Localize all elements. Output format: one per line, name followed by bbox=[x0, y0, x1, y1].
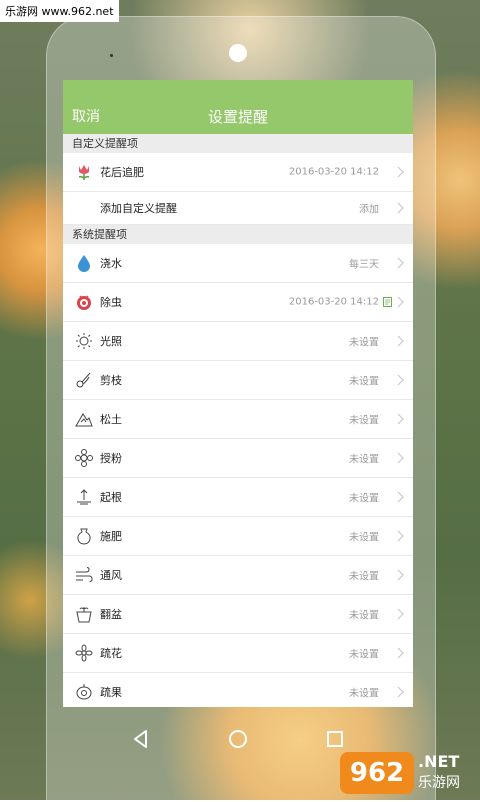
chevron-right-icon bbox=[397, 569, 404, 581]
add-custom-label: 添加自定义提醒 bbox=[100, 202, 177, 215]
add-custom-reminder-row[interactable]: 添加自定义提醒 添加 bbox=[63, 192, 413, 225]
chevron-right-icon bbox=[397, 686, 404, 698]
reminder-label: 松土 bbox=[100, 413, 122, 426]
reminder-time: 2016-03-20 14:12 bbox=[288, 166, 379, 178]
reminder-label: 浇水 bbox=[100, 257, 122, 270]
chevron-right-icon bbox=[397, 647, 404, 659]
reminder-value: 未设置 bbox=[349, 688, 379, 700]
soil-icon bbox=[75, 413, 93, 427]
reminder-value: 未设置 bbox=[349, 571, 379, 583]
bug-icon bbox=[77, 295, 91, 310]
tulip-icon bbox=[78, 165, 90, 180]
camera-icon bbox=[229, 44, 247, 62]
reminder-row-loosen-soil[interactable]: 松土 未设置 bbox=[63, 400, 413, 439]
reminder-row-prune[interactable]: 剪枝 未设置 bbox=[63, 361, 413, 400]
reminder-row-thin-flowers[interactable]: 疏花 未设置 bbox=[63, 634, 413, 673]
reminder-value: 未设置 bbox=[349, 649, 379, 661]
chevron-right-icon bbox=[397, 166, 404, 178]
chevron-right-icon bbox=[397, 202, 404, 214]
sensor-dot bbox=[110, 54, 113, 57]
site-logo: 962 .NET 乐游网 bbox=[340, 752, 475, 794]
reminder-row-repot[interactable]: 翻盆 未设置 bbox=[63, 595, 413, 634]
chevron-right-icon bbox=[397, 452, 404, 464]
reminder-row-thin-fruit[interactable]: 疏果 未设置 bbox=[63, 673, 413, 707]
water-drop-icon bbox=[78, 255, 90, 272]
logo-sub-text: 乐游网 bbox=[418, 775, 460, 791]
reminder-value: 未设置 bbox=[349, 415, 379, 427]
fruit-thin-icon bbox=[76, 684, 92, 700]
reminder-label: 疏花 bbox=[100, 647, 122, 660]
reminder-row-pollinate[interactable]: 授粉 未设置 bbox=[63, 439, 413, 478]
reminder-row-flower-fertilize[interactable]: 花后追肥 2016-03-20 14:12 bbox=[63, 153, 413, 192]
reminder-row-light[interactable]: 光照 未设置 bbox=[63, 322, 413, 361]
reminder-label: 花后追肥 bbox=[100, 166, 144, 179]
chevron-right-icon bbox=[397, 608, 404, 620]
sun-icon bbox=[76, 333, 92, 349]
page-title: 设置提醒 bbox=[207, 108, 268, 126]
reminder-value: 未设置 bbox=[349, 337, 379, 349]
reminder-label: 翻盆 bbox=[100, 608, 122, 621]
logo-badge: 962 bbox=[340, 752, 414, 794]
add-label: 添加 bbox=[359, 204, 379, 216]
pollinate-icon bbox=[75, 449, 93, 467]
flower-thin-icon bbox=[75, 644, 93, 662]
chevron-right-icon bbox=[397, 491, 404, 503]
chevron-right-icon bbox=[397, 335, 404, 347]
pot-icon bbox=[76, 607, 92, 623]
reminder-value: 未设置 bbox=[349, 454, 379, 466]
reminder-label: 施肥 bbox=[100, 530, 122, 543]
chevron-right-icon bbox=[397, 257, 404, 269]
recents-icon[interactable] bbox=[323, 727, 347, 751]
reminder-value: 每三天 bbox=[349, 259, 379, 271]
system-section-heading: 系统提醒项 bbox=[63, 225, 413, 244]
chevron-right-icon bbox=[397, 530, 404, 542]
chevron-right-icon bbox=[397, 413, 404, 425]
reminder-label: 通风 bbox=[100, 569, 122, 582]
reminder-label: 光照 bbox=[100, 335, 122, 348]
chevron-right-icon bbox=[397, 296, 404, 308]
reminder-row-pest[interactable]: 除虫 2016-03-20 14:12 bbox=[63, 283, 413, 322]
reminder-value: 未设置 bbox=[349, 610, 379, 622]
fertilizer-icon bbox=[77, 528, 91, 545]
chevron-right-icon bbox=[397, 374, 404, 386]
note-icon bbox=[383, 297, 392, 307]
reminder-row-ventilate[interactable]: 通风 未设置 bbox=[63, 556, 413, 595]
logo-net-text: .NET bbox=[418, 752, 460, 771]
custom-section-heading: 自定义提醒项 bbox=[63, 134, 413, 153]
reminder-label: 剪枝 bbox=[100, 374, 122, 387]
reminder-value: 未设置 bbox=[349, 532, 379, 544]
root-icon bbox=[77, 489, 91, 505]
reminder-value: 2016-03-20 14:12 bbox=[288, 296, 379, 308]
reminder-value: 未设置 bbox=[349, 493, 379, 505]
top-bar: 取消 设置提醒 bbox=[63, 80, 413, 134]
back-icon[interactable] bbox=[129, 727, 153, 751]
reminder-label: 除虫 bbox=[100, 296, 122, 309]
reminder-row-water[interactable]: 浇水 每三天 bbox=[63, 244, 413, 283]
scissors-icon bbox=[76, 372, 91, 388]
reminder-label: 授粉 bbox=[100, 452, 122, 465]
reminder-row-root[interactable]: 起根 未设置 bbox=[63, 478, 413, 517]
app-screen: 取消 设置提醒 自定义提醒项 花后追肥 2016-03-20 14:12 添加自… bbox=[63, 80, 413, 707]
home-icon[interactable] bbox=[226, 727, 250, 751]
reminder-label: 疏果 bbox=[100, 686, 122, 699]
watermark-text: 乐游网 www.962.net bbox=[0, 0, 119, 22]
reminder-row-fertilize[interactable]: 施肥 未设置 bbox=[63, 517, 413, 556]
reminder-value: 未设置 bbox=[349, 376, 379, 388]
wind-icon bbox=[76, 567, 93, 582]
reminder-label: 起根 bbox=[100, 491, 122, 504]
